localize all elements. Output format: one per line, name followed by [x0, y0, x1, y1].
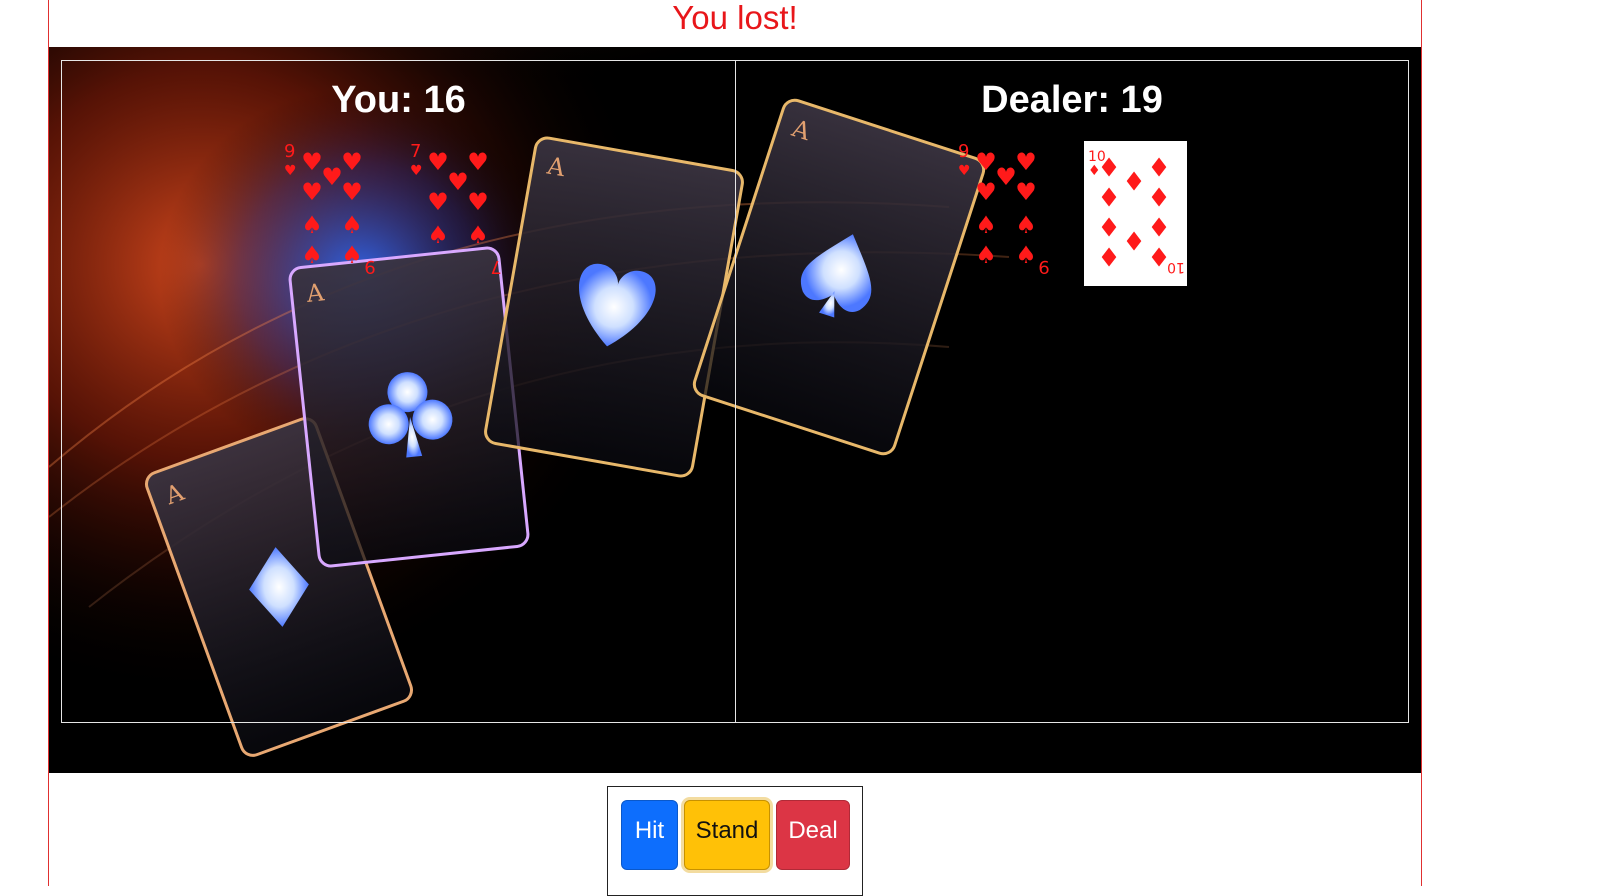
player-card-2: ♥ ♥ ♥ ♥ ♥ ♠ ♠ 7 ♥ 7 [408, 141, 511, 286]
hearts-pip-icon: ♥ [447, 168, 469, 196]
hearts-pip-icon: ♥ [301, 148, 323, 176]
game-table: A A A A You: 16 ♥ ♥ ♥ ♥ ♥ ♠ ♠ ♠ ♠ 9 ♥ 9 ♥ ♥ ♥ ♥ ♥ ♠ ♠ 7 ♥ 7 D… [49, 47, 1421, 773]
player-score: You: 16 [331, 79, 466, 121]
player-area: You: 16 ♥ ♥ ♥ ♥ ♥ ♠ ♠ ♠ ♠ 9 ♥ 9 ♥ ♥ ♥ ♥ ♥ ♠ ♠ 7 ♥ 7 [61, 60, 736, 723]
card-rank-top: 9 [284, 141, 295, 162]
action-controls: Hit Stand Deal [607, 786, 863, 896]
card-rank-bottom: 7 [490, 256, 501, 277]
hearts-pip-icon: ♠ [427, 221, 449, 249]
diamonds-pip-icon: ♦ [1097, 244, 1120, 274]
dealer-card-2: ♦ ♦ ♦ ♦ ♦ ♦ ♦ ♦ ♦ ♦ 10 ♦ 10 [1084, 141, 1187, 286]
hit-button[interactable]: Hit [621, 800, 678, 870]
game-result-message: You lost! [672, 0, 798, 36]
hearts-pip-icon: ♠ [1015, 241, 1037, 269]
hearts-corner-icon: ♥ [284, 163, 297, 179]
hearts-pip-icon: ♠ [301, 211, 323, 239]
player-card-1: ♥ ♥ ♥ ♥ ♥ ♠ ♠ ♠ ♠ 9 ♥ 9 [282, 141, 385, 286]
deal-button[interactable]: Deal [776, 800, 850, 870]
dealer-score: Dealer: 19 [981, 79, 1163, 121]
card-rank-bottom: 9 [364, 256, 375, 277]
hearts-pip-icon: ♥ [467, 148, 489, 176]
hearts-pip-icon: ♥ [975, 178, 997, 206]
hearts-pip-icon: ♥ [427, 188, 449, 216]
diamonds-pip-icon: ♦ [1147, 214, 1170, 244]
hearts-pip-icon: ♥ [341, 148, 363, 176]
dealer-area: Dealer: 19 ♥ ♥ ♥ ♥ ♥ ♠ ♠ ♠ ♠ 9 ♥ 9 ♦ ♦ ♦ ♦ ♦ ♦ ♦ ♦ ♦ ♦ 10 ♦ 10 [735, 60, 1409, 723]
hearts-pip-icon: ♠ [975, 241, 997, 269]
card-rank-top: 9 [958, 141, 969, 162]
hearts-pip-icon: ♥ [1015, 178, 1037, 206]
diamonds-corner-icon: ♦ [1088, 163, 1101, 179]
stand-button[interactable]: Stand [684, 800, 770, 870]
hearts-pip-icon: ♠ [975, 211, 997, 239]
card-rank-bottom: 9 [1038, 256, 1049, 277]
hearts-pip-icon: ♥ [301, 178, 323, 206]
diamonds-pip-icon: ♦ [1122, 168, 1145, 198]
hearts-pip-icon: ♥ [975, 148, 997, 176]
hearts-pip-icon: ♠ [341, 211, 363, 239]
hearts-corner-icon: ♥ [410, 163, 423, 179]
diamonds-pip-icon: ♦ [1147, 154, 1170, 184]
diamonds-pip-icon: ♦ [1097, 184, 1120, 214]
hearts-pip-icon: ♥ [467, 188, 489, 216]
hearts-pip-icon: ♠ [341, 241, 363, 269]
card-rank-bottom: 10 [1167, 259, 1185, 275]
diamonds-pip-icon: ♦ [1122, 228, 1145, 258]
card-rank-top: 7 [410, 141, 421, 162]
hearts-pip-icon: ♥ [341, 178, 363, 206]
hearts-pip-icon: ♥ [321, 163, 343, 191]
diamonds-pip-icon: ♦ [1147, 184, 1170, 214]
hearts-pip-icon: ♥ [1015, 148, 1037, 176]
hearts-pip-icon: ♥ [427, 148, 449, 176]
diamonds-pip-icon: ♦ [1097, 214, 1120, 244]
hearts-pip-icon: ♠ [1015, 211, 1037, 239]
hearts-corner-icon: ♥ [958, 163, 971, 179]
hearts-pip-icon: ♠ [467, 221, 489, 249]
hearts-pip-icon: ♥ [995, 163, 1017, 191]
hearts-pip-icon: ♠ [301, 241, 323, 269]
dealer-card-1: ♥ ♥ ♥ ♥ ♥ ♠ ♠ ♠ ♠ 9 ♥ 9 [956, 141, 1059, 286]
